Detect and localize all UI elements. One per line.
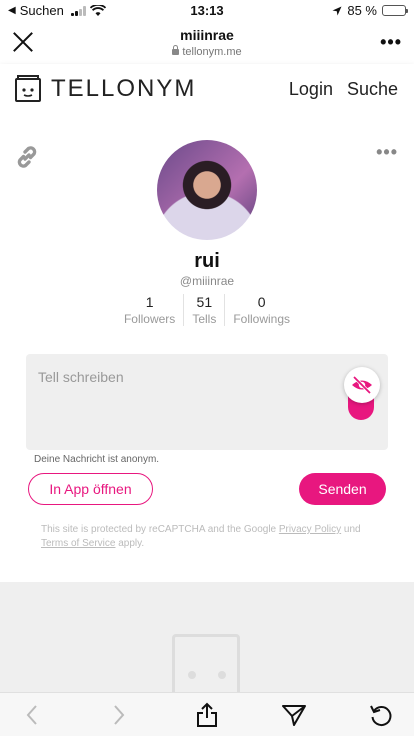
logo[interactable]: TELLONYM <box>15 75 196 103</box>
battery-icon <box>382 5 408 16</box>
open-in-app-button[interactable]: In App öffnen <box>28 473 153 505</box>
page-url-text: tellonym.me <box>182 46 242 58</box>
battery-percent: 85 % <box>347 3 377 18</box>
search-link[interactable]: Suche <box>347 79 398 100</box>
avatar <box>157 140 257 240</box>
profile-handle: @miiinrae <box>179 274 235 288</box>
stat-tells[interactable]: 51 Tells <box>183 294 224 326</box>
recaptcha-notice: This site is protected by reCAPTCHA and … <box>41 523 381 551</box>
browser-toolbar <box>0 692 414 736</box>
stat-label: Followings <box>233 312 291 326</box>
profile-stats: 1 Followers 51 Tells 0 Followings <box>0 294 414 326</box>
profile-name: rui <box>194 250 220 272</box>
tells-section <box>0 582 414 692</box>
tellonym-logo-icon <box>15 75 41 102</box>
send-button[interactable]: Senden <box>299 473 386 505</box>
stat-value: 0 <box>257 294 266 310</box>
privacy-policy-link[interactable]: Privacy Policy <box>279 524 341 535</box>
stat-label: Followers <box>123 312 176 326</box>
anonymous-note: Deine Nachricht ist anonym. <box>34 454 160 465</box>
back-icon[interactable] <box>17 701 47 729</box>
lock-icon <box>172 45 180 55</box>
logo-text: TELLONYM <box>51 75 197 102</box>
stat-followers[interactable]: 1 Followers <box>116 294 183 326</box>
tellonym-mascot-icon <box>172 634 240 692</box>
mascot-eye <box>188 671 196 679</box>
terms-of-service-link[interactable]: Terms of Service <box>41 538 115 549</box>
page-title: miiinrae <box>180 27 234 43</box>
status-bar: ◀ Suchen 13:13 85 % <box>0 0 414 20</box>
link-icon[interactable] <box>14 144 40 170</box>
browser-more-icon[interactable]: ••• <box>380 32 402 53</box>
tell-placeholder: Tell schreiben <box>38 369 124 385</box>
site-header: TELLONYM Login Suche <box>0 64 414 114</box>
header-nav: Login Suche <box>289 79 398 100</box>
stat-value: 1 <box>145 294 154 310</box>
profile-area: ••• rui @miiinrae 1 Followers 51 Tells 0… <box>0 114 414 582</box>
recaptcha-suffix: apply. <box>115 538 145 549</box>
share-icon[interactable] <box>192 701 222 729</box>
anonymous-eye-off-icon[interactable] <box>344 367 380 403</box>
tell-input[interactable]: Tell schreiben <box>26 354 388 450</box>
location-icon <box>332 6 342 15</box>
stat-label: Tells <box>192 312 217 326</box>
mascot-eye <box>218 671 226 679</box>
forward-icon[interactable] <box>104 701 134 729</box>
status-right: 85 % <box>332 3 408 18</box>
stat-followings[interactable]: 0 Followings <box>224 294 298 326</box>
reload-icon[interactable] <box>366 701 396 729</box>
recaptcha-and: und <box>341 524 361 535</box>
stat-value: 51 <box>196 294 213 310</box>
send-icon[interactable] <box>279 701 309 729</box>
recaptcha-prefix: This site is protected by reCAPTCHA and … <box>41 524 279 535</box>
login-link[interactable]: Login <box>289 79 333 100</box>
profile-more-icon[interactable]: ••• <box>376 142 398 163</box>
browser-bar: miiinrae tellonym.me ••• <box>0 20 414 64</box>
page-url: tellonym.me <box>0 45 414 58</box>
